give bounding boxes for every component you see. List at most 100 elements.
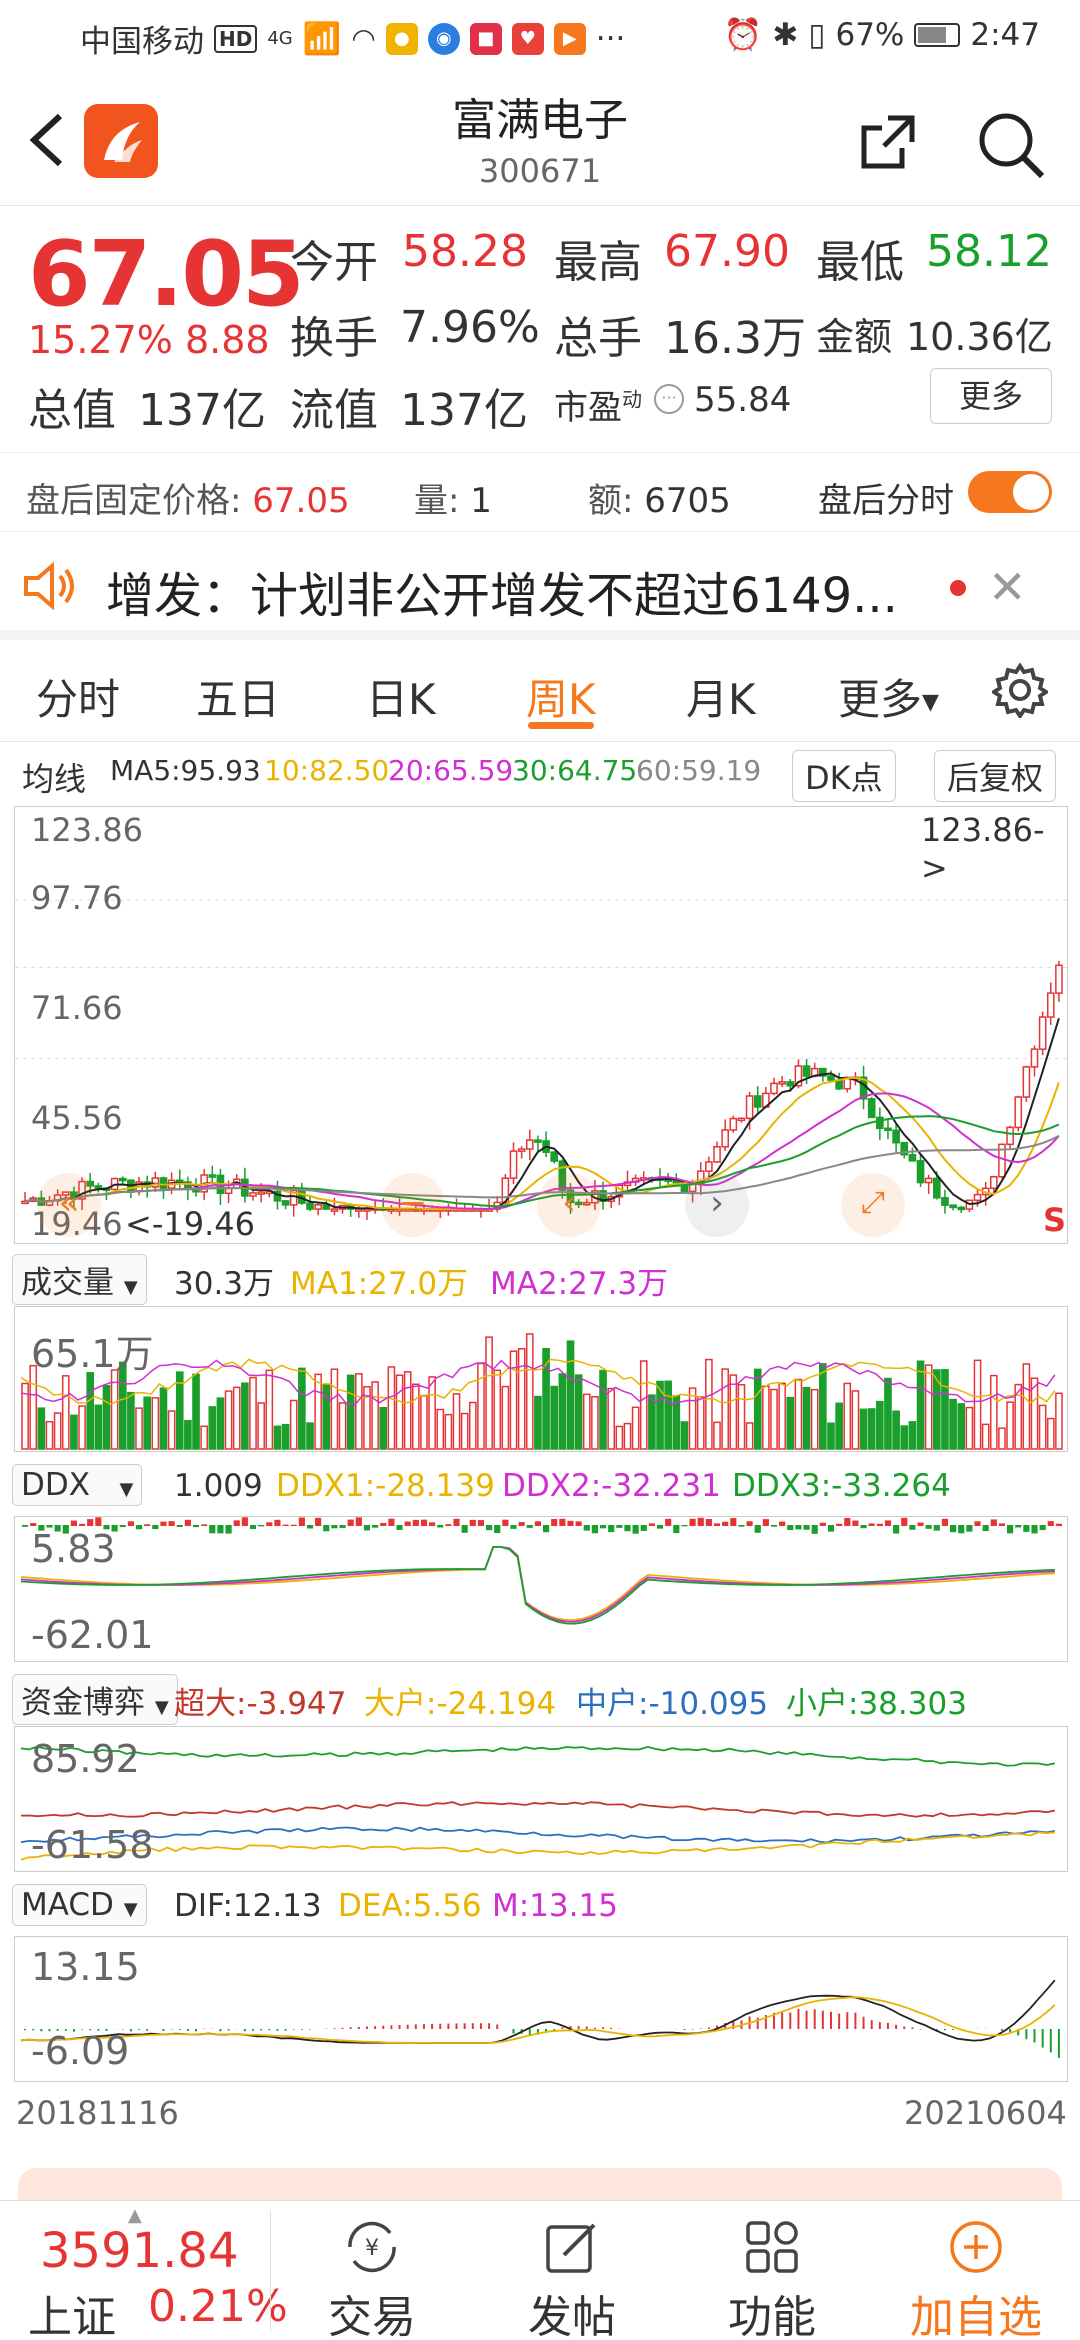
share-icon[interactable] bbox=[858, 112, 918, 172]
fund-chart[interactable]: 85.92 -61.58 bbox=[14, 1726, 1068, 1872]
kline-candle bbox=[705, 1161, 713, 1172]
kline-candle bbox=[924, 1177, 933, 1184]
volume-bar bbox=[916, 1360, 925, 1450]
search-icon[interactable] bbox=[976, 110, 1046, 180]
tab-intraday[interactable]: 分时 bbox=[36, 666, 120, 727]
close-icon[interactable]: ✕ bbox=[988, 560, 1027, 614]
gear-icon[interactable] bbox=[992, 662, 1048, 718]
volume-bar bbox=[892, 1410, 900, 1450]
volume-bar bbox=[941, 1369, 949, 1450]
ddx-bar bbox=[673, 1525, 680, 1534]
fullscreen-icon[interactable]: ⤢ bbox=[841, 1173, 905, 1237]
volume-bar bbox=[412, 1383, 420, 1450]
notice-bar[interactable]: 增发：计划非公开增发不超过6149... ✕ bbox=[0, 532, 1080, 640]
kline-chart[interactable]: 123.86 97.76 71.66 45.56 19.46 <-19.46 1… bbox=[14, 806, 1068, 1244]
fund-indicator-select[interactable]: 资金博弈 ▼ bbox=[12, 1674, 178, 1725]
after-hours-bar: 盘后固定价格: 67.05 量: 1 额: 6705 盘后分时 bbox=[0, 452, 1080, 532]
kline-candle bbox=[509, 1150, 518, 1179]
volume-bar bbox=[289, 1399, 298, 1450]
scroll-left-icon[interactable]: ‹ bbox=[537, 1173, 601, 1237]
volume-bar bbox=[534, 1395, 542, 1450]
ddx-y-bottom: -62.01 bbox=[31, 1613, 154, 1657]
y-label-2: 97.76 bbox=[31, 879, 123, 917]
current-price: 67.05 bbox=[28, 222, 305, 327]
ddx-bar bbox=[713, 1523, 721, 1526]
video-notification-icon: ▶ bbox=[553, 22, 586, 55]
volume-bar bbox=[607, 1387, 616, 1450]
kline-candle bbox=[314, 1204, 322, 1210]
volume-bar bbox=[713, 1421, 721, 1450]
kline-candle bbox=[525, 1139, 534, 1150]
kline-candle bbox=[786, 1081, 795, 1087]
kline-candle bbox=[1022, 1066, 1031, 1098]
pe-info-icon[interactable]: ··· bbox=[654, 384, 684, 414]
ddx-bar bbox=[396, 1525, 403, 1530]
volume-bar bbox=[998, 1427, 1006, 1450]
nav-functions[interactable]: 功能 bbox=[672, 2201, 872, 2340]
after-hours-toggle[interactable] bbox=[968, 471, 1052, 513]
volume-chart[interactable]: 65.1万 bbox=[14, 1306, 1068, 1452]
macd-indicator-select[interactable]: MACD ▼ bbox=[12, 1884, 147, 1926]
tab-monthly-k[interactable]: 月K bbox=[686, 666, 756, 727]
ma60-value: 60:59.19 bbox=[636, 754, 762, 787]
volume-bar bbox=[403, 1371, 412, 1450]
ddx-value: 1.009 bbox=[174, 1468, 263, 1504]
ddx-bar bbox=[982, 1525, 989, 1532]
ddx-bar bbox=[225, 1525, 232, 1534]
small-value: 小户:38.303 bbox=[786, 1686, 967, 1722]
volume-bar bbox=[94, 1404, 103, 1450]
start-date: 20181116 bbox=[16, 2094, 179, 2132]
more-button[interactable]: 更多 bbox=[930, 368, 1052, 424]
tab-daily-k[interactable]: 日K bbox=[366, 666, 436, 727]
unread-dot bbox=[950, 580, 966, 596]
volume-bar bbox=[729, 1374, 738, 1450]
ddx-bar bbox=[884, 1520, 892, 1526]
kline-candle bbox=[249, 1192, 257, 1197]
ddx-bar bbox=[941, 1518, 949, 1526]
kline-candle bbox=[729, 1117, 738, 1131]
nav-functions-label: 功能 bbox=[728, 2292, 816, 2340]
nav-add-watchlist[interactable]: 加自选 bbox=[876, 2201, 1076, 2340]
ddx-bar bbox=[876, 1523, 883, 1526]
macd-plot bbox=[20, 1979, 1060, 2058]
volume-bar bbox=[241, 1382, 249, 1450]
ddx-plot bbox=[20, 1517, 1062, 1625]
tab-more[interactable]: 更多▼ bbox=[838, 666, 939, 727]
scroll-start-icon[interactable]: « bbox=[37, 1173, 101, 1237]
index-ticker[interactable]: ▲ 3591.84 上证 0.21% bbox=[0, 2201, 288, 2340]
volume-bar bbox=[143, 1396, 151, 1450]
after-hours-qty: 量: 1 bbox=[414, 481, 492, 521]
ddx-bar bbox=[445, 1524, 452, 1526]
zoom-out-icon[interactable]: − bbox=[381, 1173, 445, 1237]
ddx2-value: DDX2:-32.231 bbox=[502, 1468, 721, 1504]
ddx-bar bbox=[339, 1525, 346, 1528]
tab-weekly-k[interactable]: 周K bbox=[526, 666, 596, 727]
nav-trade[interactable]: ¥ 交易 bbox=[272, 2201, 472, 2340]
divider bbox=[270, 2211, 271, 2331]
volume-bar bbox=[949, 1398, 957, 1450]
kline-candle bbox=[1055, 964, 1063, 994]
fund-line bbox=[20, 1745, 1056, 1767]
ddx-bar bbox=[893, 1525, 900, 1534]
ddx-indicator-select[interactable]: DDX ▼ bbox=[12, 1464, 143, 1506]
macd-chart[interactable]: 13.15 -6.09 bbox=[14, 1936, 1068, 2082]
volume-indicator-select[interactable]: 成交量 ▼ bbox=[12, 1254, 147, 1305]
nav-post[interactable]: 发帖 bbox=[472, 2201, 672, 2340]
scroll-right-icon[interactable]: › bbox=[685, 1173, 749, 1237]
fund-y-bottom: -61.58 bbox=[31, 1823, 154, 1867]
ddx-bar bbox=[363, 1525, 371, 1531]
kline-candle bbox=[118, 1177, 127, 1182]
tab-five-day[interactable]: 五日 bbox=[196, 666, 280, 727]
ddx-bar bbox=[477, 1520, 485, 1526]
kline-candle bbox=[1038, 1016, 1047, 1050]
dk-points-button[interactable]: DK点 bbox=[792, 750, 896, 802]
adjust-button[interactable]: 后复权 bbox=[934, 750, 1057, 802]
volume-bar bbox=[591, 1396, 599, 1450]
ddx-bar bbox=[1023, 1525, 1030, 1532]
ddx-chart[interactable]: 5.83 -62.01 bbox=[14, 1516, 1068, 1662]
svg-text:¥: ¥ bbox=[365, 2236, 379, 2261]
volume-bar bbox=[159, 1387, 168, 1450]
ddx-bar bbox=[453, 1518, 460, 1526]
fund-plot bbox=[20, 1745, 1056, 1861]
kline-candle bbox=[827, 1075, 835, 1081]
